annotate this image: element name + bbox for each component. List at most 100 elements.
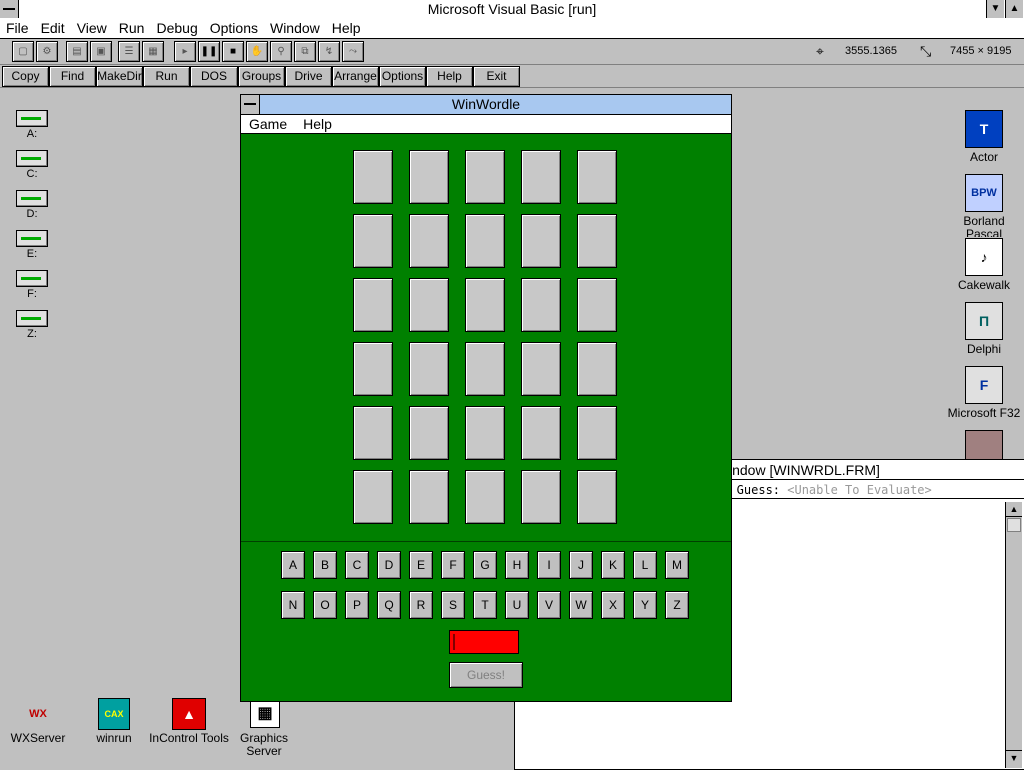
step-over-icon[interactable]: ⤳ [342,41,364,62]
menu-design-icon[interactable]: ☰ [118,41,140,62]
cakewalk-icon[interactable]: ♪ [965,238,1003,276]
key-q[interactable]: Q [377,591,401,619]
cmd-exit-button[interactable]: Exit [473,66,520,87]
grid-cell [521,406,561,460]
calls-icon[interactable]: ⧉ [294,41,316,62]
key-k[interactable]: K [601,551,625,579]
grid-cell [353,470,393,524]
menu-help[interactable]: Help [326,19,367,38]
scroll-down-icon[interactable]: ▼ [1006,750,1022,765]
menu-file[interactable]: File [0,19,35,38]
key-w[interactable]: W [569,591,593,619]
key-o[interactable]: O [313,591,337,619]
drive-a-icon[interactable] [16,110,48,127]
guess-button[interactable]: Guess! [449,662,523,688]
maximize-icon[interactable]: ▲ [1005,0,1023,18]
menu-debug[interactable]: Debug [150,19,203,38]
key-b[interactable]: B [313,551,337,579]
grid-cell [409,214,449,268]
wxserver-icon[interactable]: WX [22,700,54,728]
key-i[interactable]: I [537,551,561,579]
menu-options[interactable]: Options [204,19,264,38]
vb-menu-bar: File Edit View Run Debug Options Window Help [0,19,1024,39]
key-a[interactable]: A [281,551,305,579]
start-icon[interactable]: ▸ [174,41,196,62]
key-u[interactable]: U [505,591,529,619]
key-v[interactable]: V [537,591,561,619]
scroll-thumb[interactable] [1007,518,1021,532]
menu-window[interactable]: Window [264,19,326,38]
key-d[interactable]: D [377,551,401,579]
key-f[interactable]: F [441,551,465,579]
grid-cell [353,150,393,204]
cmd-help-button[interactable]: Help [426,66,473,87]
breakpoint-icon[interactable]: ✋ [246,41,268,62]
menu-wordle-help[interactable]: Help [295,115,340,133]
incontrol-tools-icon[interactable]: ▲ [172,698,206,730]
drive-z-icon[interactable] [16,310,48,327]
properties-icon[interactable]: ▦ [142,41,164,62]
borland-pascal-icon[interactable]: BPW [965,174,1003,212]
key-n[interactable]: N [281,591,305,619]
grid-cell [409,470,449,524]
end-icon[interactable]: ■ [222,41,244,62]
save-icon[interactable]: ▣ [90,41,112,62]
key-m[interactable]: M [665,551,689,579]
drive-z-label: Z: [27,328,37,340]
graphics-server-icon[interactable]: ▦ [250,700,280,728]
key-c[interactable]: C [345,551,369,579]
grid-cell [465,278,505,332]
key-x[interactable]: X [601,591,625,619]
key-y[interactable]: Y [633,591,657,619]
winrun-icon[interactable]: CAX [98,698,130,730]
open-icon[interactable]: ▤ [66,41,88,62]
menu-run[interactable]: Run [113,19,151,38]
guess-input[interactable] [449,630,519,654]
microsoft-f32-icon[interactable]: F [965,366,1003,404]
system-menu-icon[interactable] [0,0,19,18]
cmd-groups-button[interactable]: Groups [238,66,285,87]
key-g[interactable]: G [473,551,497,579]
microsoft-f32-label: Microsoft F32 [947,406,1021,420]
break-icon[interactable]: ❚❚ [198,41,220,62]
drive-e-icon[interactable] [16,230,48,247]
drive-d-icon[interactable] [16,190,48,207]
module-icon[interactable]: ⚙ [36,41,58,62]
cmd-arrange-button[interactable]: Arrange [332,66,379,87]
cmd-copy-button[interactable]: Copy [2,66,49,87]
menu-view[interactable]: View [71,19,113,38]
drive-c-icon[interactable] [16,150,48,167]
grid-cell [465,406,505,460]
key-j[interactable]: J [569,551,593,579]
scroll-up-icon[interactable]: ▲ [1006,502,1022,517]
key-s[interactable]: S [441,591,465,619]
cmd-options-button[interactable]: Options [379,66,426,87]
cmd-find-button[interactable]: Find [49,66,96,87]
cmd-run-button[interactable]: Run [143,66,190,87]
eye-app-icon[interactable] [965,430,1003,460]
immediate-scrollbar[interactable]: ▲ ▼ [1005,502,1022,768]
actor-icon[interactable]: T [965,110,1003,148]
menu-game[interactable]: Game [241,115,295,133]
drive-c-label: C: [26,168,38,180]
key-r[interactable]: R [409,591,433,619]
grid-cell [465,470,505,524]
cmd-drive-button[interactable]: Drive [285,66,332,87]
cmd-dos-button[interactable]: DOS [190,66,238,87]
instant-watch-icon[interactable]: ⚲ [270,41,292,62]
key-t[interactable]: T [473,591,497,619]
key-p[interactable]: P [345,591,369,619]
key-e[interactable]: E [409,551,433,579]
delphi-icon[interactable]: Π [965,302,1003,340]
menu-edit[interactable]: Edit [35,19,71,38]
minimize-icon[interactable]: ▼ [986,0,1004,18]
cmd-makedir-button[interactable]: MakeDir [96,66,143,87]
key-l[interactable]: L [633,551,657,579]
form-icon[interactable]: ▢ [12,41,34,62]
key-h[interactable]: H [505,551,529,579]
drive-e-label: E: [26,248,38,260]
drive-f-icon[interactable] [16,270,48,287]
winwordle-system-menu-icon[interactable] [241,95,260,114]
step-into-icon[interactable]: ↯ [318,41,340,62]
key-z[interactable]: Z [665,591,689,619]
